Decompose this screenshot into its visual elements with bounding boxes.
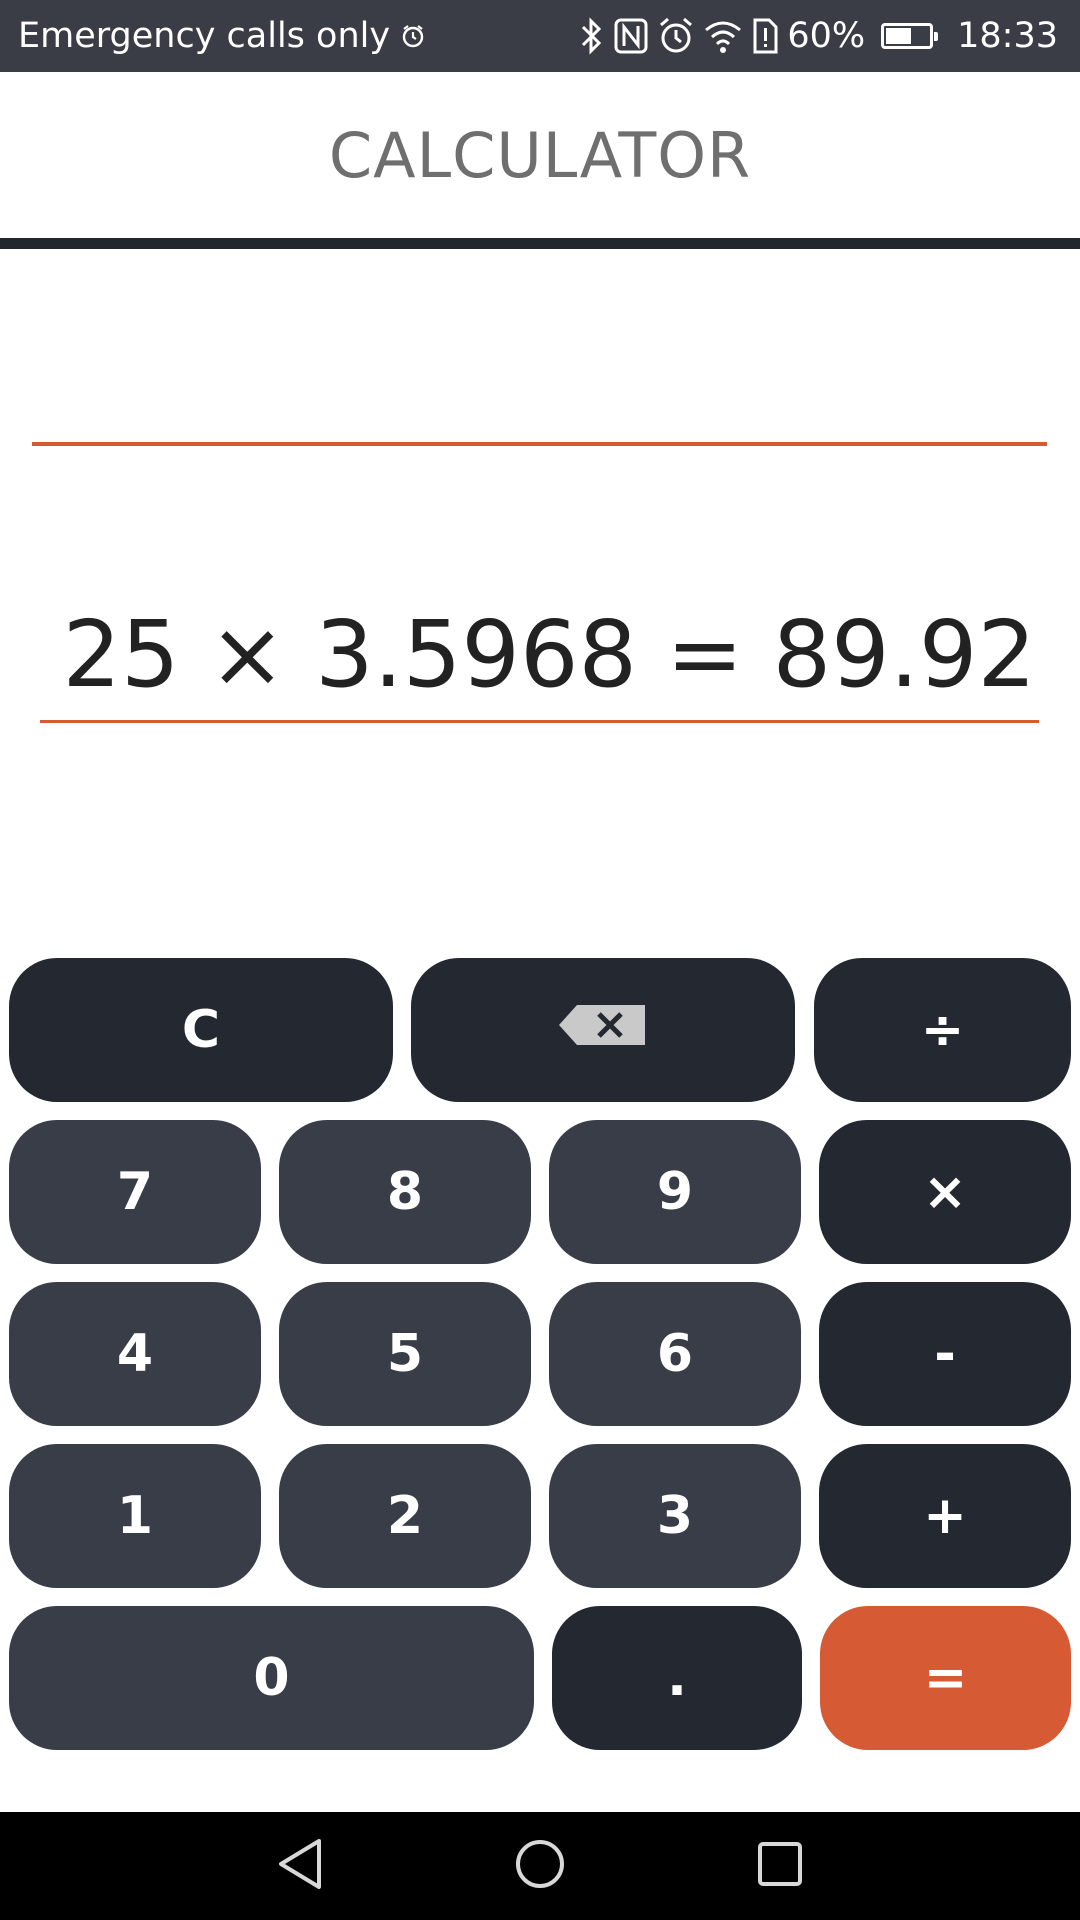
recents-button[interactable] bbox=[720, 1812, 840, 1920]
app-header: CALCULATOR bbox=[0, 72, 1080, 238]
battery-level-fill bbox=[886, 28, 912, 44]
digit-2-button[interactable]: 2 bbox=[279, 1444, 531, 1588]
sim-alert-icon bbox=[751, 16, 779, 56]
navigation-bar bbox=[0, 1812, 1080, 1920]
wifi-icon bbox=[703, 16, 743, 56]
equals-button[interactable]: = bbox=[820, 1606, 1071, 1750]
digit-0-button[interactable]: 0 bbox=[9, 1606, 534, 1750]
alarm-icon bbox=[657, 16, 695, 56]
add-button[interactable]: + bbox=[819, 1444, 1071, 1588]
digit-9-button[interactable]: 9 bbox=[549, 1120, 801, 1264]
digit-1-button[interactable]: 1 bbox=[9, 1444, 261, 1588]
back-button[interactable] bbox=[240, 1812, 360, 1920]
recents-icon bbox=[757, 1841, 803, 1892]
result-display: 25 × 3.5968 = 89.92 bbox=[62, 601, 1036, 708]
alarm-small-icon bbox=[400, 23, 426, 49]
header-divider bbox=[0, 238, 1080, 249]
home-icon bbox=[514, 1838, 566, 1895]
status-left: Emergency calls only bbox=[18, 16, 577, 56]
carrier-text: Emergency calls only bbox=[18, 16, 391, 56]
digit-6-button[interactable]: 6 bbox=[549, 1282, 801, 1426]
expression-input[interactable] bbox=[32, 300, 1047, 446]
digit-4-button[interactable]: 4 bbox=[9, 1282, 261, 1426]
page-title: CALCULATOR bbox=[328, 118, 752, 192]
backspace-button[interactable] bbox=[411, 958, 795, 1102]
digit-5-button[interactable]: 5 bbox=[279, 1282, 531, 1426]
battery-percent: 60% bbox=[787, 16, 866, 56]
status-right: 60% 18:33 bbox=[577, 16, 1058, 56]
clock: 18:33 bbox=[957, 16, 1058, 56]
bluetooth-icon bbox=[577, 16, 605, 56]
multiply-button[interactable]: × bbox=[819, 1120, 1071, 1264]
clear-button[interactable]: C bbox=[9, 958, 393, 1102]
result-underline bbox=[40, 720, 1039, 723]
digit-7-button[interactable]: 7 bbox=[9, 1120, 261, 1264]
nfc-icon bbox=[613, 16, 649, 56]
back-icon bbox=[275, 1837, 325, 1896]
battery-icon bbox=[881, 23, 939, 49]
home-button[interactable] bbox=[480, 1812, 600, 1920]
digit-3-button[interactable]: 3 bbox=[549, 1444, 801, 1588]
decimal-button[interactable]: . bbox=[552, 1606, 802, 1750]
subtract-button[interactable]: - bbox=[819, 1282, 1071, 1426]
status-bar: Emergency calls only 60% 18:33 bbox=[0, 0, 1080, 72]
backspace-icon bbox=[557, 1000, 649, 1060]
digit-8-button[interactable]: 8 bbox=[279, 1120, 531, 1264]
divide-button[interactable]: ÷ bbox=[814, 958, 1071, 1102]
